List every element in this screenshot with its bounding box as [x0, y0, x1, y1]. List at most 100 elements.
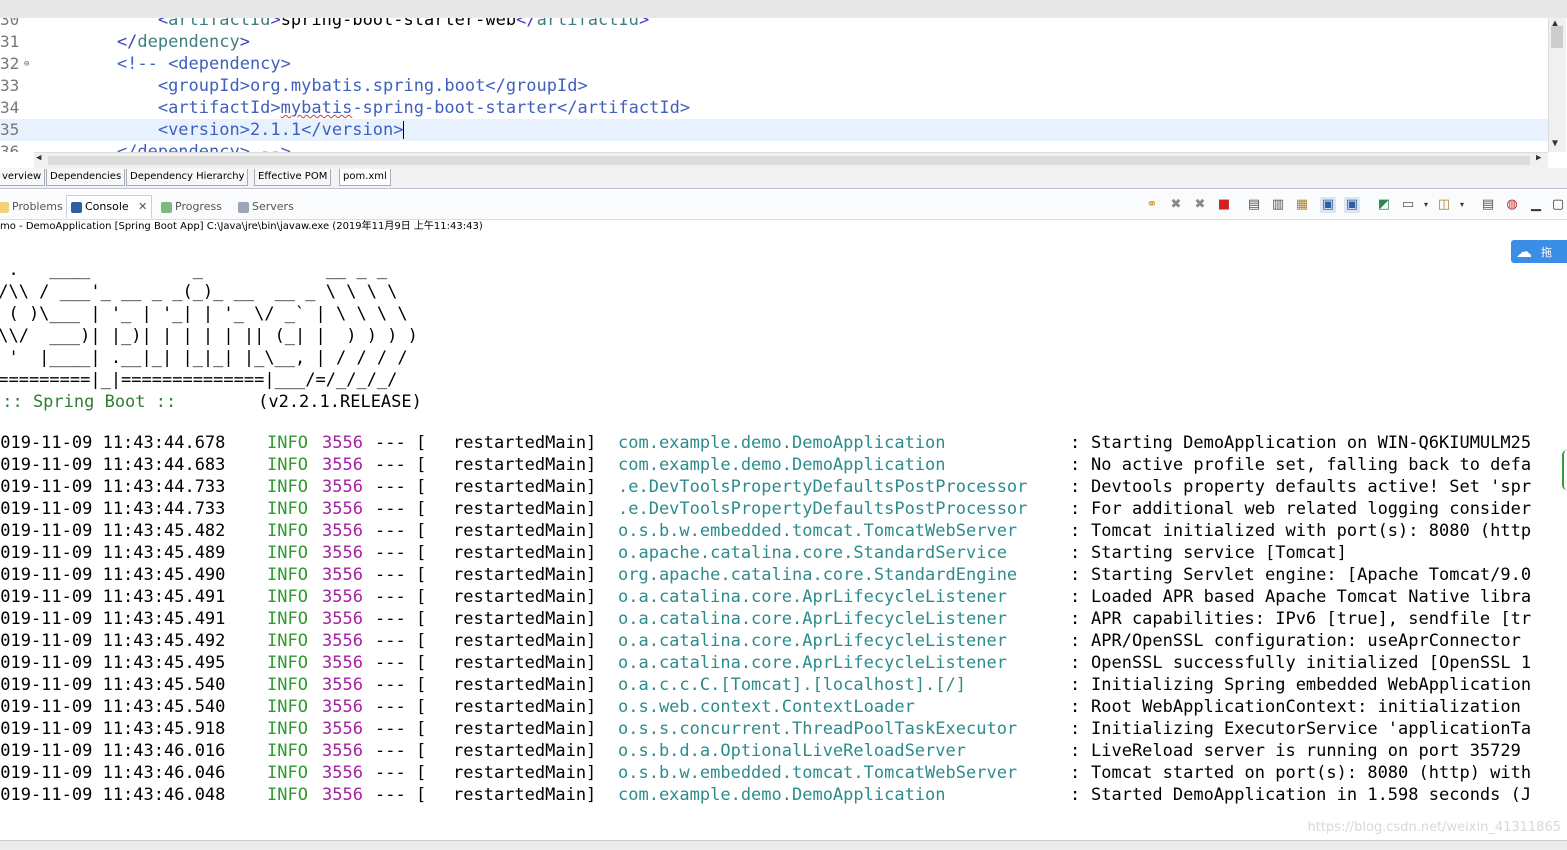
display-selected-icon[interactable]: ▣ [1344, 197, 1360, 213]
tab-effective-pom[interactable]: Effective POM [254, 169, 332, 186]
java-perspective-icon[interactable]: ◍ [1504, 197, 1520, 213]
minimize-icon[interactable]: ▁ [1528, 197, 1544, 213]
log-thread: restartedMain] [453, 499, 597, 519]
editor-line[interactable]: 32 ⊖ <!-- <dependency> [0, 53, 1548, 75]
close-icon[interactable]: ✕ [138, 200, 147, 213]
open-console-icon[interactable]: ◩ [1376, 197, 1392, 213]
log-line: 2019-11-09 11:43:44.683 INFO 3556 --- [rest… [0, 454, 1567, 476]
log-colon: : [1070, 719, 1081, 739]
log-pid: 3556 [322, 499, 363, 519]
log-separator: --- [ [375, 653, 427, 673]
side-handle[interactable] [1562, 450, 1567, 490]
log-separator: --- [ [375, 521, 427, 541]
maximize-icon[interactable]: ▢ [1550, 197, 1566, 213]
log-line: 2019-11-09 11:43:45.491 INFO 3556 --- [rest… [0, 608, 1567, 630]
log-message: Starting Servlet engine: [Apache Tomcat/… [1091, 565, 1532, 585]
banner-line: . ____ _ __ _ _ [0, 260, 388, 280]
log-logger: com.example.demo.DemoApplication [618, 785, 946, 805]
tab-servers[interactable]: Servers [238, 198, 294, 216]
log-timestamp: 2019-11-09 11:43:45.492 [0, 631, 226, 651]
editor-line[interactable]: 34 <artifactId>mybatis-spring-boot-start… [0, 97, 1548, 119]
log-pid: 3556 [322, 543, 363, 563]
tab-console[interactable]: Console ✕ [66, 195, 153, 218]
log-colon: : [1070, 741, 1081, 761]
log-timestamp: 2019-11-09 11:43:44.733 [0, 499, 226, 519]
editor-line[interactable]: 30 <artifactId>spring-boot-starter-web</… [0, 18, 1548, 31]
log-message: OpenSSL successfully initialized [OpenSS… [1091, 653, 1532, 673]
log-logger: o.s.web.context.ContextLoader [618, 697, 915, 717]
editor-vertical-scrollbar[interactable]: ▲ ▼ [1548, 18, 1566, 152]
chevron-down-icon[interactable]: ▾ [1418, 197, 1434, 213]
scroll-thumb[interactable] [48, 156, 1530, 165]
clear-icon[interactable]: ▤ [1246, 197, 1262, 213]
log-message: Tomcat initialized with port(s): 8080 (h… [1091, 521, 1532, 541]
launch-description: mo - DemoApplication [Spring Boot App] C… [0, 221, 483, 232]
log-message: Devtools property defaults active! Set '… [1091, 477, 1532, 497]
log-level: INFO [267, 675, 308, 695]
log-message: Started DemoApplication in 1.598 seconds… [1091, 785, 1532, 805]
log-line: 2019-11-09 11:43:44.678 INFO 3556 --- [rest… [0, 432, 1567, 454]
tab-pom-xml[interactable]: pom.xml [339, 169, 391, 186]
log-pid: 3556 [322, 565, 363, 585]
log-timestamp: 2019-11-09 11:43:44.678 [0, 433, 226, 453]
terminate-icon[interactable]: ■ [1216, 197, 1232, 213]
log-timestamp: 2019-11-09 11:43:44.683 [0, 455, 226, 475]
editor-line[interactable]: 31 </dependency> [0, 31, 1548, 53]
scroll-right-icon[interactable]: ▶ [1536, 153, 1541, 163]
fold-toggle-icon[interactable]: ⊖ [24, 53, 29, 75]
tab-dependency-hierarchy[interactable]: Dependency Hierarchy [126, 169, 249, 186]
log-logger: o.a.catalina.core.AprLifecycleListener [618, 609, 1007, 629]
pin-icon[interactable]: ▣ [1320, 197, 1336, 213]
log-level: INFO [267, 499, 308, 519]
word-wrap-icon[interactable]: ▦ [1294, 197, 1310, 213]
log-pid: 3556 [322, 653, 363, 673]
log-timestamp: 2019-11-09 11:43:45.495 [0, 653, 226, 673]
xml-editor[interactable]: 30 <artifactId>spring-boot-starter-web</… [0, 18, 1548, 152]
tab-dependencies[interactable]: Dependencies [46, 169, 126, 186]
log-timestamp: 2019-11-09 11:43:46.016 [0, 741, 226, 761]
console-view-tabs: Problems Console ✕ Progress Servers ⚭ ✖ … [0, 191, 1567, 220]
tab-problems[interactable]: Problems [0, 198, 63, 216]
log-logger: o.a.catalina.core.AprLifecycleListener [618, 587, 1007, 607]
editor-horizontal-scrollbar[interactable]: ◀ ▶ [34, 152, 1548, 168]
log-separator: --- [ [375, 675, 427, 695]
spring-boot-label: :: Spring Boot :: [0, 392, 187, 412]
tab-overview[interactable]: verview [0, 169, 46, 186]
log-colon: : [1070, 609, 1081, 629]
log-logger: o.a.catalina.core.AprLifecycleListener [618, 653, 1007, 673]
log-colon: : [1070, 455, 1081, 475]
remove-icon[interactable]: ✖ [1168, 197, 1184, 213]
log-level: INFO [267, 631, 308, 651]
new-console-icon[interactable]: ▭ [1400, 197, 1416, 213]
log-message: APR capabilities: IPv6 [true], sendfile … [1091, 609, 1532, 629]
scroll-lock-icon[interactable]: ▥ [1270, 197, 1286, 213]
log-colon: : [1070, 697, 1081, 717]
log-timestamp: 2019-11-09 11:43:44.733 [0, 477, 226, 497]
link-icon[interactable]: ⚭ [1144, 197, 1160, 213]
editor-line[interactable]: 36 </dependency> --> [0, 141, 1548, 152]
chevron-down-icon[interactable]: ▾ [1454, 197, 1470, 213]
console-output[interactable]: . ____ _ __ _ _ /\\ / ___'_ __ _ _(_)_ _… [0, 240, 1567, 845]
editor-line[interactable]: 33 <groupId>org.mybatis.spring.boot</gro… [0, 75, 1548, 97]
floating-drag-button[interactable]: ☁ 拖 [1511, 240, 1567, 263]
code-text: <artifactId>mybatis-spring-boot-starter<… [157, 98, 691, 118]
tab-progress[interactable]: Progress [161, 198, 222, 216]
copy-icon[interactable]: ▤ [1480, 197, 1496, 213]
log-thread: restartedMain] [453, 521, 597, 541]
log-timestamp: 2019-11-09 11:43:45.491 [0, 587, 226, 607]
log-thread: restartedMain] [453, 455, 597, 475]
log-line: 2019-11-09 11:43:45.491 INFO 3556 --- [rest… [0, 586, 1567, 608]
log-message: Starting service [Tomcat] [1091, 543, 1347, 563]
log-message: No active profile set, falling back to d… [1091, 455, 1532, 475]
cloud-icon: ☁ [1516, 242, 1532, 261]
scroll-left-icon[interactable]: ◀ [36, 153, 41, 163]
code-text: </dependency> [116, 32, 250, 52]
remove-all-icon[interactable]: ✖ [1192, 197, 1208, 213]
log-timestamp: 2019-11-09 11:43:45.918 [0, 719, 226, 739]
scroll-thumb[interactable] [1551, 26, 1563, 48]
log-pid: 3556 [322, 675, 363, 695]
view-menu-icon[interactable]: ◫ [1436, 197, 1452, 213]
log-line: 2019-11-09 11:43:45.490 INFO 3556 --- [rest… [0, 564, 1567, 586]
scroll-down-icon[interactable]: ▼ [1552, 138, 1558, 149]
editor-line[interactable]: 35 <version>2.1.1</version> [0, 119, 1548, 141]
